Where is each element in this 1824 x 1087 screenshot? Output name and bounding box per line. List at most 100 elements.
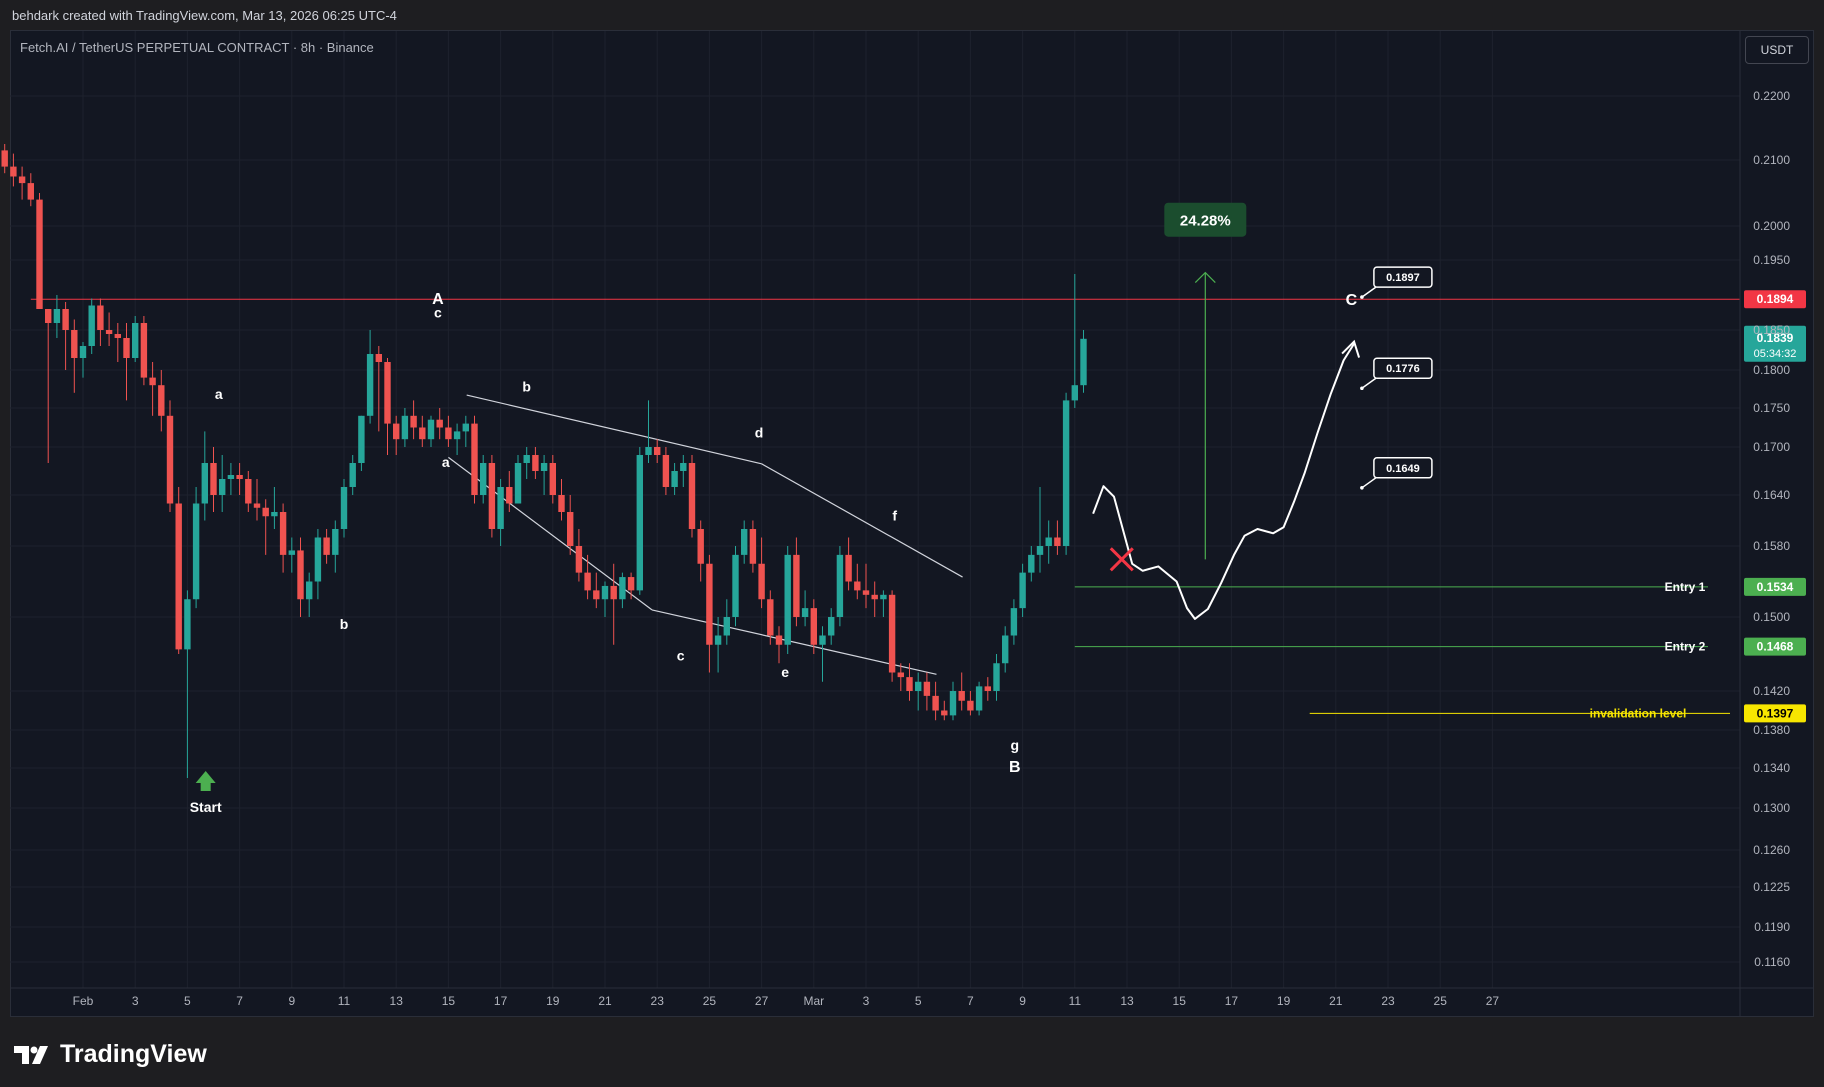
candle-body (862, 590, 870, 595)
candle-body (306, 581, 313, 600)
candle-body (941, 710, 948, 716)
y-tick-label: 0.2000 (1753, 219, 1790, 233)
candle-body (514, 463, 522, 504)
entry-price-label: 0.1468 (1757, 640, 1794, 654)
candle-body (166, 415, 174, 504)
candle-body (219, 479, 226, 495)
x-tick-label: 9 (1019, 994, 1026, 1008)
candle-body (810, 608, 817, 645)
candles (1, 144, 1087, 778)
x-tick-label: 25 (1434, 994, 1448, 1008)
grid (10, 31, 1740, 988)
candle-body (758, 563, 765, 600)
candle-body (1062, 400, 1070, 546)
candle-body (915, 681, 922, 691)
wave-label: e (781, 664, 789, 680)
target-leader (1361, 377, 1377, 389)
candle-body (462, 423, 469, 432)
candle-body (828, 617, 835, 636)
candle-body (149, 377, 156, 386)
candle-body (271, 512, 278, 517)
x-tick-label: 7 (967, 994, 974, 1008)
annotations: StartabAcabcdefgBC24.28%0.18970.17760.16… (190, 202, 1433, 815)
candle-body (654, 447, 661, 455)
x-tick-label: 15 (1173, 994, 1187, 1008)
candle-body (192, 503, 200, 600)
y-tick-label: 0.1190 (1754, 920, 1790, 934)
wave-label: a (442, 454, 450, 470)
candle-body (36, 199, 43, 309)
candle-body (801, 608, 809, 617)
candle-body (236, 475, 243, 479)
candle-body (506, 487, 513, 504)
symbol-title[interactable]: Fetch.AI / TetherUS PERPETUAL CONTRACT ·… (20, 40, 374, 55)
wave-label: b (522, 378, 531, 394)
candle-body (453, 431, 461, 440)
target-leader (1361, 286, 1377, 298)
percent-label: 24.28% (1180, 213, 1231, 230)
x-tick-label: 21 (598, 994, 612, 1008)
candle-body (201, 463, 208, 504)
candle-body (1002, 635, 1009, 664)
candle-body (1, 150, 8, 167)
candle-body (523, 455, 530, 463)
entry-price-label: 0.1534 (1757, 580, 1794, 594)
candle-body (175, 503, 182, 650)
y-tick-label: 0.1750 (1753, 401, 1790, 415)
tradingview-logo[interactable]: TradingView (14, 1040, 207, 1069)
candle-body (706, 563, 713, 645)
candle-body (227, 475, 235, 479)
candle-body (714, 635, 722, 645)
y-tick-label: 0.1640 (1753, 488, 1790, 502)
candle-body (140, 323, 148, 378)
candle-body (741, 529, 748, 555)
y-tick-label: 0.1950 (1753, 253, 1790, 267)
candle-body (323, 537, 330, 555)
x-tick-label: 11 (1069, 994, 1082, 1008)
candle-body (575, 546, 583, 573)
price-chart[interactable]: 0.1894 Entry 1 0.1534 Entry 2 0.1468 invalida… (0, 0, 1824, 1020)
wave-label: B (1009, 759, 1021, 776)
y-tick-label: 0.1300 (1753, 801, 1790, 815)
candle-body (132, 323, 139, 358)
candle-body (497, 487, 504, 529)
candle-body (401, 415, 409, 440)
x-tick-label: 11 (338, 994, 351, 1008)
candle-body (610, 585, 617, 600)
x-tick-label: 27 (1486, 994, 1500, 1008)
candle-body (445, 427, 452, 440)
x-tick-label: 13 (1120, 994, 1134, 1008)
candle-body (53, 309, 61, 323)
x-tick-label: 15 (442, 994, 456, 1008)
candle-body (793, 554, 800, 617)
candle-body (105, 330, 113, 334)
candle-body (314, 537, 322, 582)
candle-body (775, 635, 783, 645)
trendlines (448, 394, 963, 675)
projection-path (1092, 343, 1355, 620)
resistance-price-label: 0.1894 (1757, 292, 1794, 306)
candle-body (984, 686, 991, 691)
candle-body (584, 572, 591, 591)
candle-body (245, 479, 252, 504)
candle-body (480, 463, 487, 495)
candle-body (671, 471, 678, 487)
candle-body (967, 700, 974, 711)
wave-label: d (755, 425, 764, 441)
candle-body (619, 577, 626, 600)
candle-body (627, 577, 635, 591)
wave-label: C (1346, 292, 1358, 309)
candle-body (549, 463, 556, 495)
candle-body (723, 617, 730, 636)
candle-body (645, 447, 652, 455)
x-tick-label: 19 (546, 994, 560, 1008)
candle-body (97, 305, 104, 330)
wave-label: f (892, 508, 897, 524)
y-tick-label: 0.1850 (1753, 323, 1790, 337)
wave-label: Start (190, 799, 222, 815)
x-tick-label: Feb (73, 994, 94, 1008)
candle-body (993, 663, 1000, 691)
currency-button[interactable]: USDT (1745, 36, 1809, 64)
wave-label: g (1010, 737, 1019, 753)
tradingview-wordmark: TradingView (60, 1040, 207, 1068)
